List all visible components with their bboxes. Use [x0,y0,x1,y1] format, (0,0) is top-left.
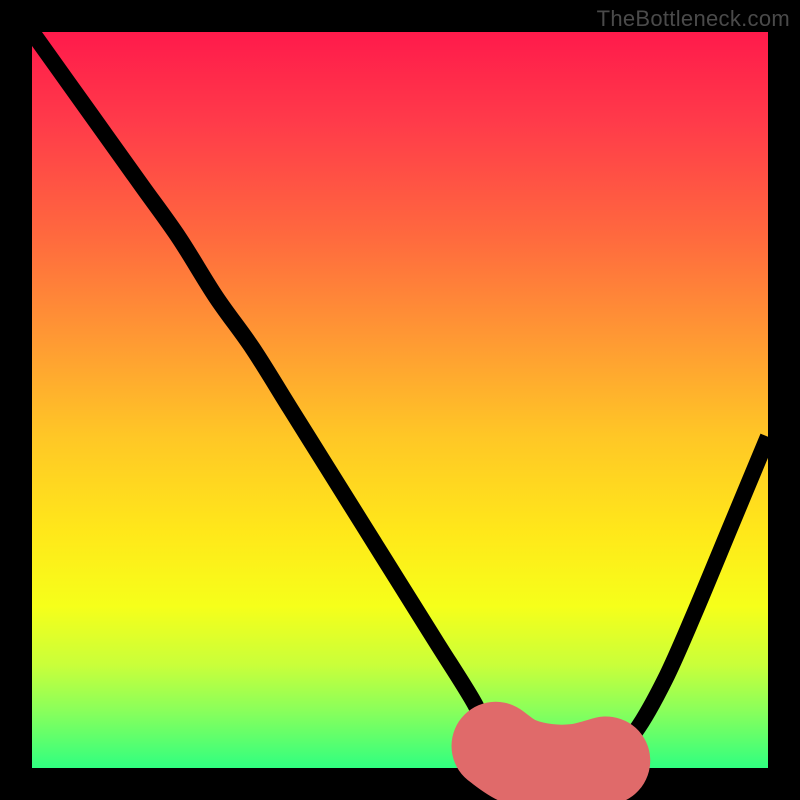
chart-svg [32,32,768,768]
chart-frame: TheBottleneck.com [0,0,800,800]
attribution-text: TheBottleneck.com [597,6,790,32]
highlight-segment [496,746,606,769]
highlight-point [594,749,618,773]
bottleneck-curve [32,32,768,769]
chart-plot-area [32,32,768,768]
